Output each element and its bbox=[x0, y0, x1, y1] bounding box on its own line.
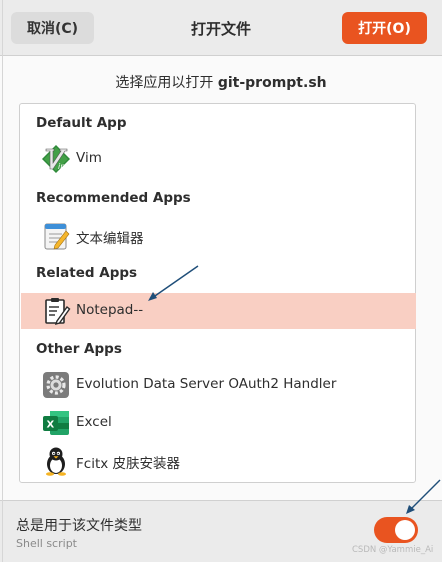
app-label: Evolution Data Server OAuth2 Handler bbox=[76, 376, 337, 392]
app-label: 文本编辑器 bbox=[76, 231, 144, 247]
dialog-footer: 总是用于该文件类型 Shell script CSDN @Yammie_Ai bbox=[0, 500, 442, 562]
app-row-notepad[interactable]: Notepad-- bbox=[21, 293, 416, 329]
notepad-icon bbox=[45, 298, 71, 326]
app-row-text-editor[interactable]: 文本编辑器 bbox=[21, 218, 416, 254]
app-row-fcitx[interactable]: Fcitx 皮肤安装器 bbox=[21, 443, 416, 479]
section-related-apps: Related Apps bbox=[36, 265, 138, 281]
gear-icon bbox=[43, 372, 69, 398]
file-name: git-prompt.sh bbox=[217, 75, 327, 91]
open-button[interactable]: 打开(O) bbox=[342, 12, 427, 44]
file-type-label: Shell script bbox=[16, 537, 77, 550]
penguin-icon bbox=[46, 447, 66, 476]
section-default-app: Default App bbox=[36, 115, 127, 131]
app-row-vim[interactable]: im Vim bbox=[21, 141, 416, 177]
dialog-subtitle: 选择应用以打开 git-prompt.sh bbox=[0, 72, 442, 92]
app-label: Notepad-- bbox=[76, 302, 144, 318]
app-list: Default App im Vim Recommended Apps 文本编辑… bbox=[19, 103, 416, 483]
svg-text:X: X bbox=[47, 420, 55, 431]
dialog-header: 取消(C) 打开文件 打开(O) bbox=[0, 0, 442, 56]
text-editor-icon bbox=[44, 223, 70, 250]
window-edge bbox=[2, 0, 3, 562]
vim-logo-icon: im bbox=[42, 145, 70, 173]
subtitle-prefix: 选择应用以打开 bbox=[115, 75, 218, 91]
app-label: Fcitx 皮肤安装器 bbox=[76, 456, 181, 472]
excel-icon: X bbox=[43, 411, 69, 435]
open-with-dialog: 取消(C) 打开文件 打开(O) 选择应用以打开 git-prompt.sh D… bbox=[0, 0, 442, 562]
app-row-evolution[interactable]: Evolution Data Server OAuth2 Handler bbox=[21, 367, 416, 403]
watermark: CSDN @Yammie_Ai bbox=[352, 545, 434, 555]
app-row-excel[interactable]: X Excel bbox=[21, 405, 416, 441]
always-use-label: 总是用于该文件类型 bbox=[16, 518, 142, 534]
svg-text:im: im bbox=[58, 162, 68, 171]
section-other-apps: Other Apps bbox=[36, 341, 122, 357]
toggle-knob bbox=[395, 520, 415, 540]
section-recommended-apps: Recommended Apps bbox=[36, 190, 191, 206]
always-use-toggle[interactable] bbox=[374, 517, 418, 543]
app-label: Vim bbox=[76, 150, 102, 166]
app-label: Excel bbox=[76, 414, 112, 430]
